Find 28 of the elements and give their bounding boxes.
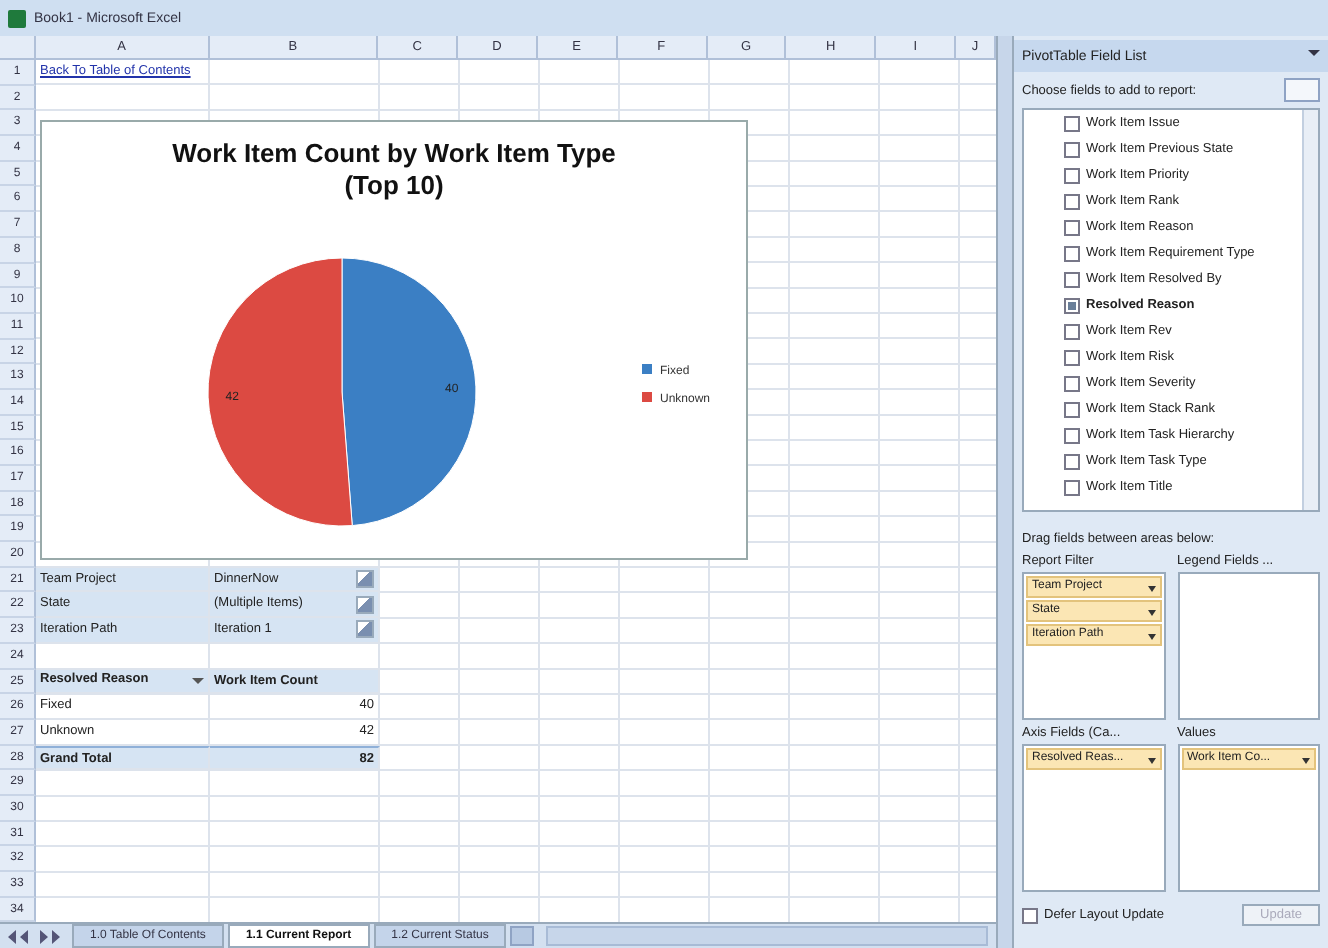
checkbox[interactable] bbox=[1064, 193, 1080, 209]
checkbox[interactable] bbox=[1064, 349, 1080, 365]
checkbox[interactable] bbox=[1064, 141, 1080, 157]
checkbox[interactable] bbox=[1064, 323, 1080, 339]
checkbox[interactable] bbox=[1022, 907, 1038, 923]
excel-icon bbox=[8, 9, 26, 27]
layout-button[interactable] bbox=[1284, 78, 1320, 102]
vertical-scrollbar[interactable] bbox=[996, 36, 1012, 948]
dropdown-icon[interactable] bbox=[1302, 757, 1310, 767]
checkbox[interactable] bbox=[1064, 427, 1080, 443]
checkbox[interactable] bbox=[1064, 115, 1080, 131]
checkbox[interactable] bbox=[1064, 167, 1080, 183]
drop-area[interactable] bbox=[1177, 572, 1320, 720]
legend-swatch bbox=[642, 364, 652, 374]
list-scrollbar[interactable] bbox=[1302, 110, 1318, 510]
checkbox[interactable] bbox=[1064, 297, 1080, 313]
dropdown-icon[interactable] bbox=[1147, 633, 1155, 643]
dropdown-icon[interactable] bbox=[1147, 757, 1155, 767]
chart-title: Work Item Count by Work Item Type (Top 10) bbox=[170, 136, 618, 202]
checkbox[interactable] bbox=[1064, 401, 1080, 417]
legend-swatch bbox=[642, 392, 652, 402]
checkbox[interactable] bbox=[1064, 219, 1080, 235]
checkbox[interactable] bbox=[1064, 453, 1080, 469]
checkbox[interactable] bbox=[1064, 245, 1080, 261]
checkbox[interactable] bbox=[1064, 479, 1080, 495]
checkbox[interactable] bbox=[1064, 375, 1080, 391]
checkbox[interactable] bbox=[1064, 271, 1080, 287]
horizontal-scrollbar[interactable] bbox=[546, 926, 988, 946]
